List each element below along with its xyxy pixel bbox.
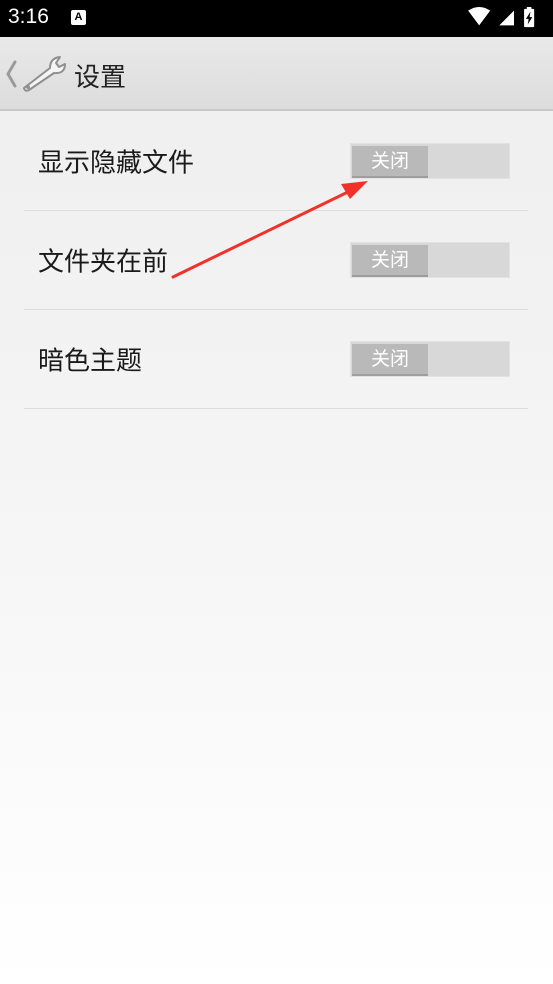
setting-label: 暗色主题: [38, 346, 143, 376]
signal-icon: [499, 10, 514, 26]
toggle-thumb: 关闭: [352, 344, 428, 376]
setting-label: 显示隐藏文件: [38, 148, 195, 178]
status-icons: [468, 7, 535, 28]
dark-theme-toggle[interactable]: 关闭: [350, 341, 510, 377]
page-title: 设置: [74, 63, 127, 93]
battery-charging-icon: [524, 7, 535, 28]
setting-row-dark-theme[interactable]: 暗色主题 关闭: [24, 309, 528, 409]
wifi-icon: [468, 7, 491, 26]
status-bar: 3:16 A: [0, 0, 553, 37]
setting-label: 文件夹在前: [38, 247, 169, 277]
toggle-thumb: 关闭: [352, 146, 428, 178]
show-hidden-files-toggle[interactable]: 关闭: [350, 143, 510, 179]
notification-icon: A: [71, 10, 86, 25]
status-time: 3:16: [8, 5, 49, 28]
toggle-thumb: 关闭: [352, 245, 428, 277]
setting-row-show-hidden-files[interactable]: 显示隐藏文件 关闭: [24, 111, 528, 211]
wrench-icon[interactable]: [20, 54, 70, 92]
folders-first-toggle[interactable]: 关闭: [350, 242, 510, 278]
setting-row-folders-first[interactable]: 文件夹在前 关闭: [24, 210, 528, 310]
back-chevron-icon[interactable]: [4, 58, 18, 90]
